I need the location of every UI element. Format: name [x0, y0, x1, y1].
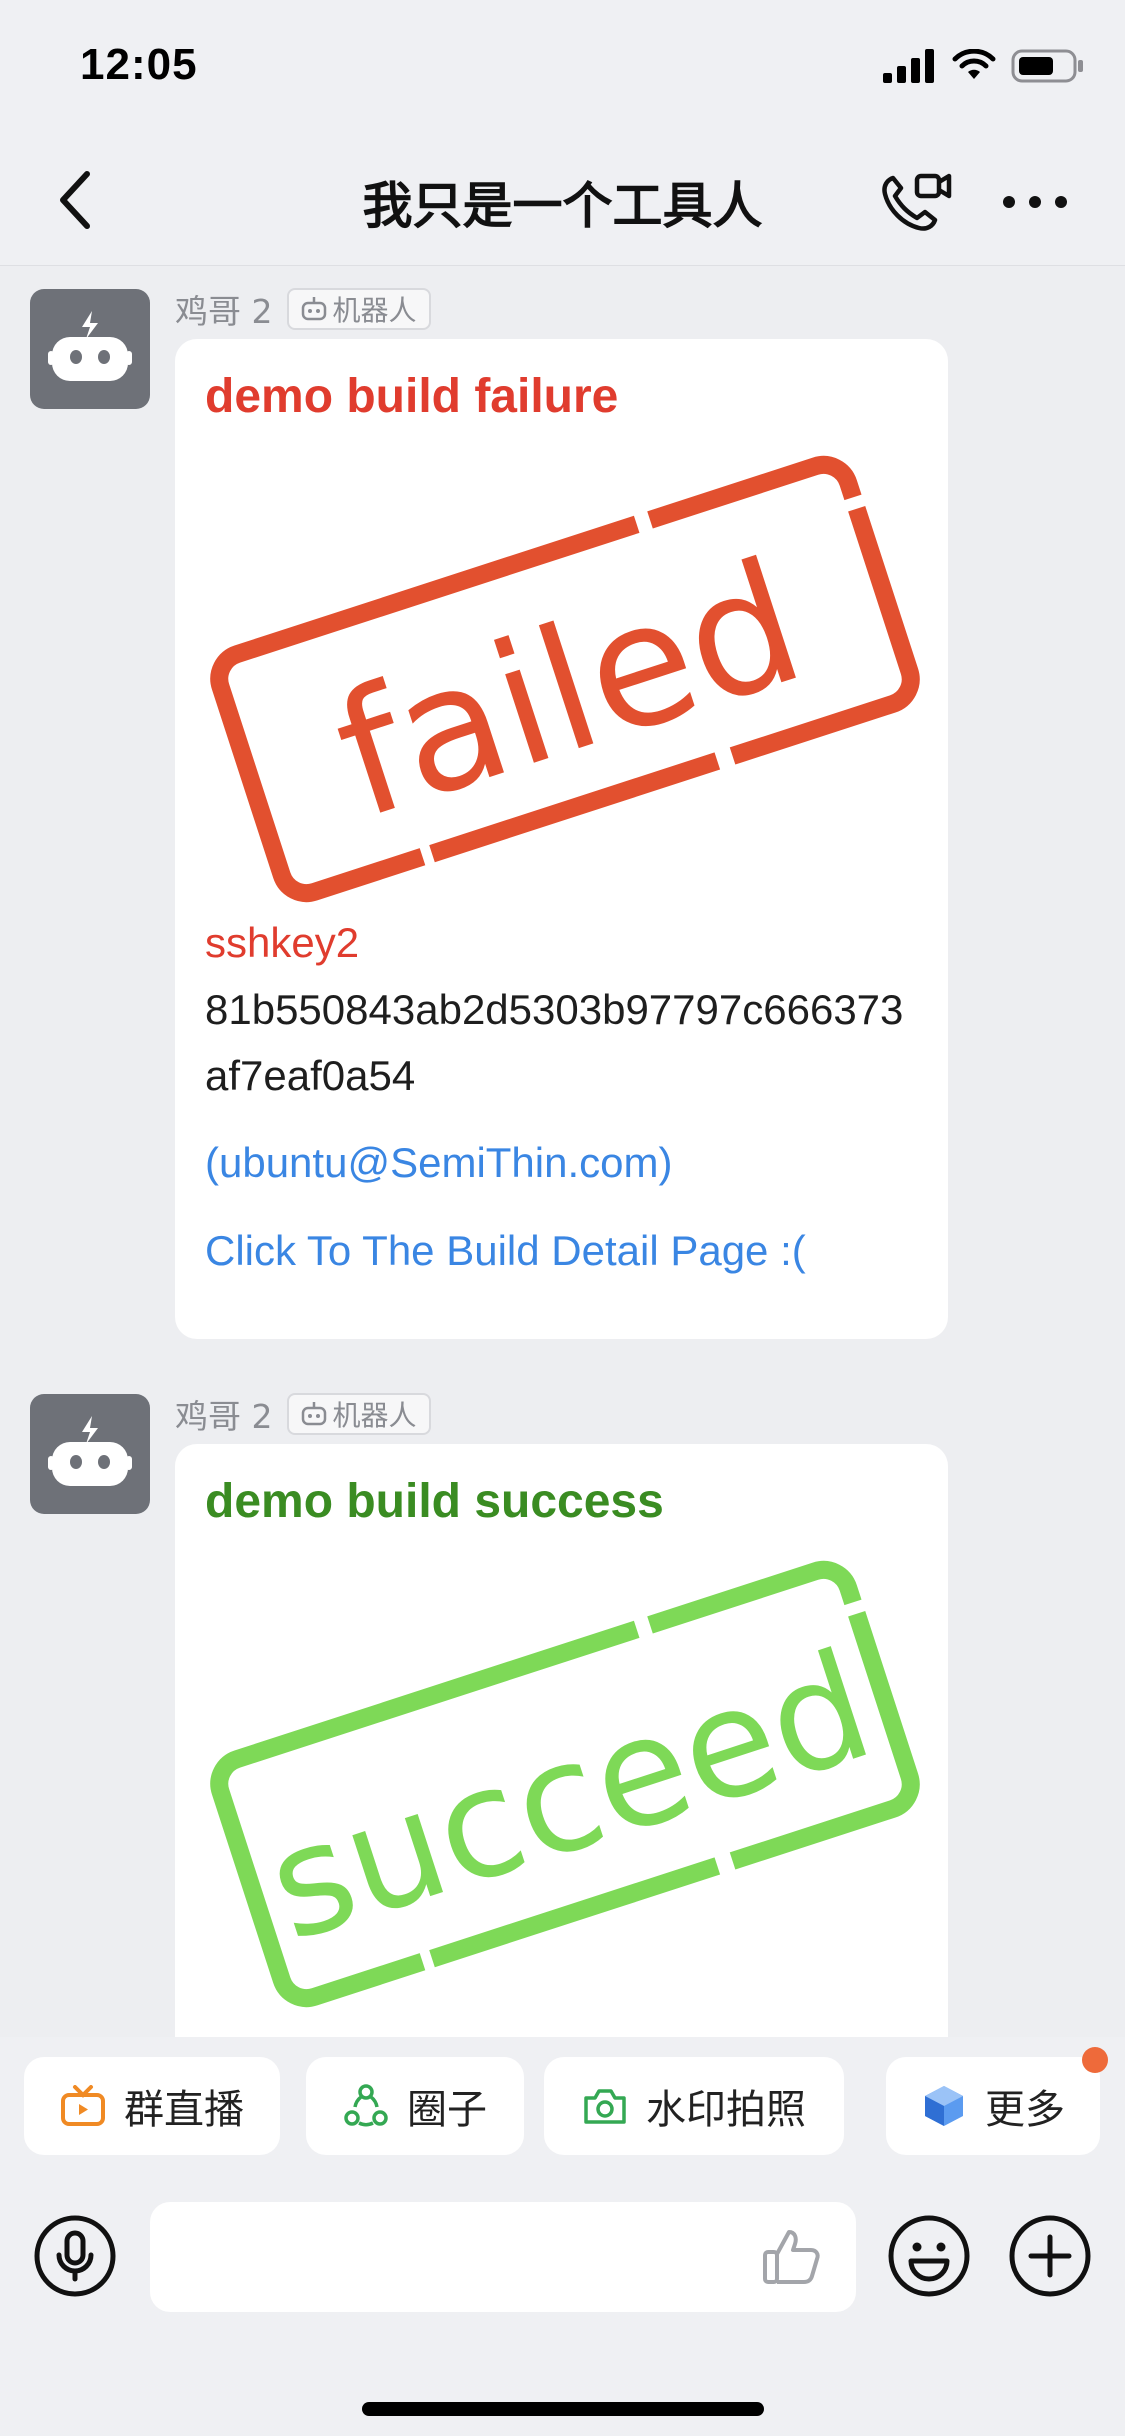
message-input[interactable] — [150, 2202, 856, 2312]
watermark-photo-button[interactable]: 水印拍照 — [544, 2057, 844, 2155]
card-title: demo build success — [205, 1475, 664, 1528]
ssh-key-name: sshkey2 — [205, 919, 360, 966]
circle-group-icon — [344, 2084, 388, 2127]
status-time: 12:05 — [80, 40, 198, 89]
build-card[interactable]: demo build success succeed — [175, 1444, 948, 2037]
quick-label: 群直播 — [124, 2087, 244, 2133]
card-title: demo build failure — [205, 370, 619, 423]
quick-label: 圈子 — [407, 2087, 487, 2133]
robot-badge-label: 机器人 — [332, 1399, 417, 1432]
camera-icon — [584, 2089, 626, 2124]
author-email[interactable]: (ubuntu@SemiThin.com) — [205, 1139, 672, 1187]
tv-icon — [61, 2085, 105, 2126]
more-options-button[interactable] — [990, 162, 1080, 242]
build-card[interactable]: demo build failure failed sshkey2 81b550… — [175, 339, 948, 1339]
phone-video-icon — [882, 173, 952, 231]
signal-icon — [883, 49, 934, 83]
more-dot-icon — [1055, 196, 1067, 208]
voice-input-button[interactable] — [32, 2213, 118, 2299]
bot-avatar[interactable] — [30, 289, 150, 409]
emoji-icon — [888, 2215, 970, 2297]
circle-button[interactable]: 圈子 — [306, 2057, 524, 2155]
failed-stamp-icon: failed — [210, 455, 920, 903]
nav-bar: 我只是一个工具人 — [0, 132, 1125, 266]
more-dot-icon — [1029, 196, 1041, 208]
input-bar — [0, 2180, 1125, 2436]
wifi-icon — [952, 49, 996, 79]
robot-small-icon — [301, 1402, 326, 1426]
robot-badge-label: 机器人 — [332, 294, 417, 327]
battery-icon — [1011, 49, 1083, 83]
chat-area[interactable]: 鸡哥 2 机器人 demo build failure failed sshke… — [0, 267, 1125, 2037]
build-detail-link[interactable]: Click To The Build Detail Page :( — [205, 1227, 806, 1275]
microphone-icon — [34, 2215, 116, 2297]
notification-dot — [1082, 2047, 1108, 2073]
cube-icon — [925, 2086, 963, 2126]
quick-label: 更多 — [985, 2087, 1065, 2133]
robot-badge: 机器人 — [286, 288, 431, 330]
chat-title: 我只是一个工具人 — [362, 177, 763, 235]
robot-icon — [48, 1416, 132, 1486]
group-live-button[interactable]: 群直播 — [24, 2057, 280, 2155]
call-button[interactable] — [876, 162, 956, 242]
sender-line: 鸡哥 2 机器人 — [175, 287, 431, 331]
more-features-button[interactable]: 更多 — [886, 2047, 1108, 2155]
emoji-button[interactable] — [886, 2213, 972, 2299]
robot-small-icon — [301, 297, 326, 321]
succeed-stamp-icon: succeed — [210, 1560, 920, 2008]
quick-label: 水印拍照 — [646, 2087, 806, 2133]
sender-line: 鸡哥 2 机器人 — [175, 1392, 431, 1436]
status-bar: 12:05 — [0, 0, 1125, 132]
commit-hash: 81b550843ab2d5303b97797c666373af7eaf0a54 — [205, 986, 904, 1099]
plus-icon — [1009, 2215, 1091, 2297]
sender-name: 鸡哥 2 — [175, 1397, 273, 1436]
robot-icon — [48, 311, 132, 381]
status-icons — [883, 48, 1085, 84]
bot-avatar[interactable] — [30, 1394, 150, 1514]
sender-name: 鸡哥 2 — [175, 292, 273, 331]
more-input-button[interactable] — [1007, 2213, 1093, 2299]
thumbs-up-button[interactable] — [756, 2224, 826, 2290]
more-dot-icon — [1003, 196, 1015, 208]
thumbs-up-icon — [763, 2230, 820, 2284]
home-indicator[interactable] — [362, 2402, 764, 2416]
robot-badge: 机器人 — [286, 1393, 431, 1435]
